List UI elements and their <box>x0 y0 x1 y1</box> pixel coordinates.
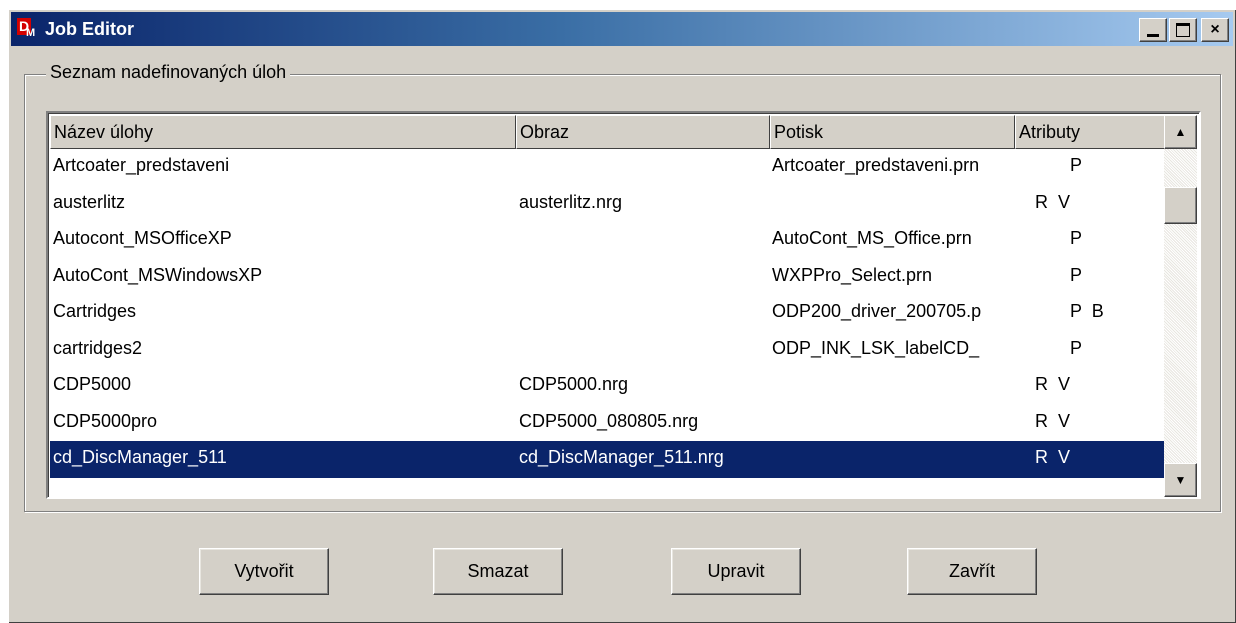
cell-attributes: P <box>1035 228 1083 248</box>
maximize-button[interactable] <box>1169 18 1197 42</box>
cell-name: Artcoater_predstaveni <box>53 155 230 175</box>
app-icon: DM <box>17 18 36 39</box>
scroll-thumb[interactable] <box>1164 187 1197 224</box>
cell-name: austerlitz <box>53 191 126 212</box>
minimize-button[interactable] <box>1139 18 1167 42</box>
cell-attributes: R V <box>1035 191 1071 212</box>
window-title: Job Editor <box>45 18 134 39</box>
cell-name: cartridges2 <box>53 337 143 358</box>
cell-name: Autocont_MSOfficeXP <box>53 228 232 248</box>
cell-attributes: P B <box>1035 301 1104 321</box>
create-button[interactable]: Vytvořit <box>199 548 329 595</box>
cell-image: austerlitz.nrg <box>519 191 623 212</box>
cell-print: AutoCont_MS_Office.prn <box>772 228 972 248</box>
scroll-down-button[interactable]: ▼ <box>1164 463 1197 497</box>
cell-image: cd_DiscManager_511.nrg <box>519 447 724 467</box>
table-row[interactable]: CDP5000pro CDP5000_080805.nrg R V <box>50 405 1166 442</box>
close-icon: × <box>1210 21 1220 38</box>
delete-button[interactable]: Smazat <box>433 548 563 595</box>
cell-name: AutoCont_MSWindowsXP <box>53 264 263 285</box>
job-list[interactable]: Název úlohy Obraz Potisk Atributy Artcoa… <box>46 111 1201 499</box>
cell-image: CDP5000_080805.nrg <box>519 410 699 431</box>
cell-name: CDP5000 <box>53 374 132 394</box>
title-bar[interactable]: DM Job Editor × <box>11 12 1233 46</box>
minimize-icon <box>1147 33 1159 37</box>
close-button[interactable]: Zavřít <box>907 548 1037 595</box>
cell-print: WXPPro_Select.prn <box>772 264 933 285</box>
cell-attributes: P <box>1035 155 1083 175</box>
cell-attributes: R V <box>1035 410 1071 431</box>
column-header-print[interactable]: Potisk <box>770 115 1015 149</box>
table-row[interactable]: austerlitz austerlitz.nrg R V <box>50 186 1166 223</box>
column-header-attributes[interactable]: Atributy <box>1015 115 1169 149</box>
list-rows: Artcoater_predstaveni Artcoater_predstave… <box>50 149 1166 478</box>
cell-attributes: R V <box>1035 374 1071 394</box>
close-window-button[interactable]: × <box>1201 18 1229 42</box>
cell-attributes: R V <box>1035 447 1071 467</box>
cell-name: cd_DiscManager_511 <box>53 447 227 467</box>
scroll-up-button[interactable]: ▲ <box>1164 115 1197 149</box>
arrow-down-icon: ▼ <box>1174 473 1187 487</box>
table-row[interactable]: cd_DiscManager_511 cd_DiscManager_511.nrg… <box>50 441 1166 478</box>
maximize-icon <box>1176 23 1190 37</box>
column-header-image[interactable]: Obraz <box>516 115 770 149</box>
arrow-up-icon: ▲ <box>1174 125 1187 139</box>
cell-name: CDP5000pro <box>53 410 158 431</box>
table-row[interactable]: Artcoater_predstaveni Artcoater_predstave… <box>50 149 1166 186</box>
edit-button[interactable]: Upravit <box>671 548 801 595</box>
vertical-scrollbar[interactable]: ▲ ▼ <box>1164 115 1197 497</box>
cell-attributes: P <box>1035 337 1083 358</box>
cell-print: ODP_INK_LSK_labelCD_ <box>772 337 980 358</box>
table-row[interactable]: cartridges2 ODP_INK_LSK_labelCD_ P <box>50 332 1166 369</box>
table-row[interactable]: CDP5000 CDP5000.nrg R V <box>50 368 1166 405</box>
table-row[interactable]: Autocont_MSOfficeXP AutoCont_MS_Office.pr… <box>50 222 1166 259</box>
cell-image: CDP5000.nrg <box>519 374 629 394</box>
cell-attributes: P <box>1035 264 1083 285</box>
column-header-name[interactable]: Název úlohy <box>50 115 516 149</box>
table-row[interactable]: AutoCont_MSWindowsXP WXPPro_Select.prn P <box>50 259 1166 296</box>
cell-print: ODP200_driver_200705.p <box>772 301 982 321</box>
cell-print: Artcoater_predstaveni.prn <box>772 155 980 175</box>
table-row[interactable]: Cartridges ODP200_driver_200705.p P B <box>50 295 1166 332</box>
group-label: Seznam nadefinovaných úloh <box>46 62 291 83</box>
list-header: Název úlohy Obraz Potisk Atributy <box>50 115 1169 149</box>
cell-name: Cartridges <box>53 301 137 321</box>
